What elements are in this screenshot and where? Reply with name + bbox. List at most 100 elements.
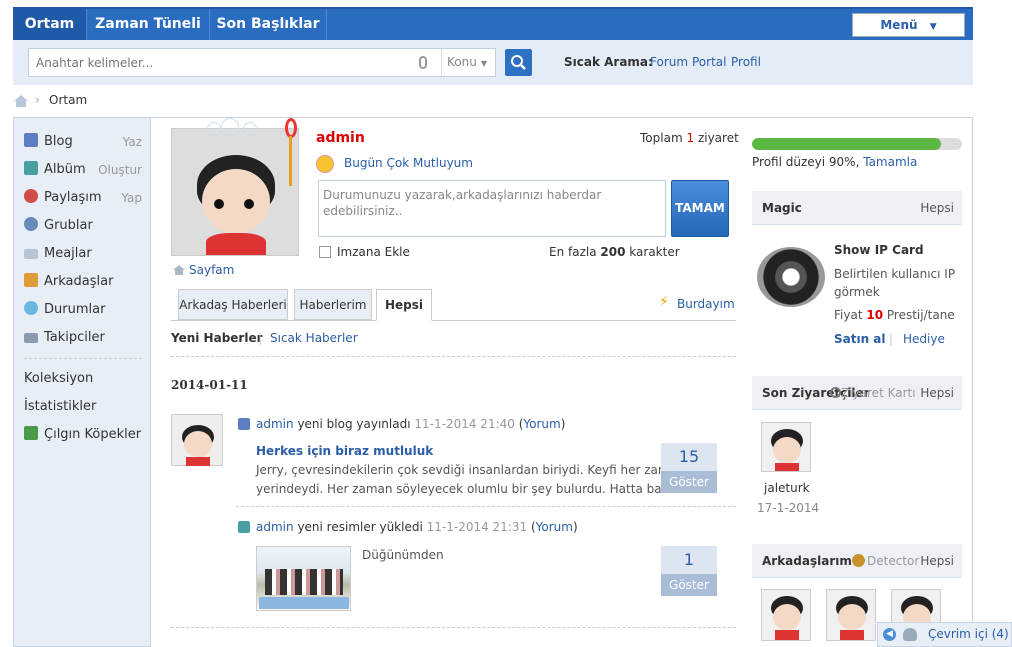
collapse-icon[interactable]: ◀ (883, 628, 896, 641)
feed-item-divider (236, 506, 736, 507)
signature-checkbox[interactable] (319, 246, 331, 258)
feed-item-comment[interactable]: Yorum (523, 417, 560, 431)
sidebar-item-label: Durumlar (44, 302, 106, 317)
album-icon (24, 161, 38, 175)
feed-date: 2014-01-11 (171, 378, 248, 392)
sidebar-item-istatistikler[interactable]: İstatistikler (24, 397, 144, 417)
left-sidebar: Blog Yaz Albüm Oluştur Paylaşım Yap Grublar… (13, 117, 151, 647)
group-icon (24, 217, 38, 231)
online-label: Çevrim içi (4) (928, 627, 1009, 641)
sidebar-item-arkadaslar[interactable]: Arkadaşlar (24, 272, 144, 292)
scope-select[interactable]: Konu ▼ (441, 49, 497, 76)
sidebar-item-label: İstatistikler (24, 399, 97, 414)
menu-button[interactable]: Menü ▼ (852, 13, 965, 37)
counter-label: Göster (661, 574, 717, 596)
menu-label: Menü (880, 18, 918, 32)
sidebar-action[interactable]: Yap (121, 188, 142, 208)
avatar-shirt (775, 463, 799, 471)
profile-username[interactable]: admin (316, 130, 365, 146)
ip-card-icon (757, 247, 825, 307)
caret-down-icon: ▼ (929, 22, 937, 32)
visit-count-number: 1 (686, 131, 695, 145)
magnifier-icon (830, 387, 841, 398)
wand-ring (285, 118, 297, 138)
gift-link[interactable]: Hediye (903, 332, 945, 346)
sidebar-action[interactable]: Oluştur (98, 160, 142, 180)
submit-status-button[interactable]: TAMAM (671, 180, 729, 237)
feed-item-counter[interactable]: 15 Göster (661, 443, 717, 493)
subtab-sicak-haberler[interactable]: Sıcak Haberler (270, 331, 358, 345)
tab-ortam[interactable]: Ortam (13, 9, 87, 40)
magic-more-link[interactable]: Hepsi (920, 191, 954, 225)
avatar-shirt (186, 457, 210, 466)
sidebar-item-paylasim[interactable]: Paylaşım Yap (24, 188, 144, 208)
sidebar-item-cilgin-kopekler[interactable]: Çılgın Köpekler (24, 425, 144, 445)
feed-item-time: 11-1-2014 21:40 (414, 417, 515, 431)
char-limit-prefix: En fazla (549, 245, 597, 259)
sidebar-item-label: Albüm (44, 162, 86, 177)
sidebar-item-blog[interactable]: Blog Yaz (24, 132, 144, 152)
feed-item-user[interactable]: admin (256, 520, 294, 534)
sidebar-item-grublar[interactable]: Grublar (24, 216, 144, 236)
avatar[interactable] (171, 414, 223, 466)
feed-item-counter[interactable]: 1 Göster (661, 546, 717, 596)
bubble-icon (221, 118, 239, 136)
card-price-value: 10 (866, 308, 884, 322)
tab-haberlerim[interactable]: Haberlerim (294, 289, 372, 320)
home-icon[interactable] (13, 94, 29, 108)
friend-avatar[interactable] (826, 589, 876, 641)
friends-more-link[interactable]: Hepsi (920, 544, 954, 578)
feed-item-user[interactable]: admin (256, 417, 294, 431)
wedding-photo-thumbnail[interactable] (256, 546, 351, 611)
photo-flowers (259, 597, 349, 609)
sidebar-item-durumlar[interactable]: Durumlar (24, 300, 144, 320)
sidebar-item-mesajlar[interactable]: Meajlar (24, 244, 144, 264)
subtab-yeni-haberler[interactable]: Yeni Haberler (171, 331, 263, 345)
feed-item-action: yeni resimler yükledi (297, 520, 423, 534)
status-textarea[interactable]: Durumunuzu yazarak,arkadaşlarınızı haber… (318, 180, 666, 237)
search-button[interactable] (505, 49, 532, 76)
sidebar-action[interactable]: Yaz (123, 132, 142, 152)
visitor-avatar[interactable] (761, 422, 811, 472)
sidebar-item-album[interactable]: Albüm Oluştur (24, 160, 144, 180)
hot-link-forum[interactable]: Forum (650, 55, 688, 69)
hot-link-portal[interactable]: Portal (692, 55, 726, 69)
mood-link[interactable]: Bugün Çok Mutluyum (344, 156, 473, 170)
online-bar[interactable]: ◀ Çevrim içi (4) (877, 622, 1012, 647)
counter-label: Göster (661, 471, 717, 493)
visitors-more-link[interactable]: Hepsi (920, 376, 954, 410)
sidebar-item-takipciler[interactable]: Takipciler (24, 328, 144, 348)
top-nav: Ortam Zaman Tüneli Son Başlıklar Menü ▼ (13, 7, 973, 40)
visitor-name[interactable]: jaleturk (764, 481, 810, 495)
sidebar-item-koleksiyon[interactable]: Koleksiyon (24, 369, 144, 389)
feed-item-title[interactable]: Herkes için biraz mutluluk (256, 444, 433, 458)
tab-son-basliklar[interactable]: Son Başlıklar (210, 9, 327, 40)
breadcrumb-current[interactable]: Ortam (49, 93, 109, 107)
char-limit-text: En fazla 200 karakter (549, 245, 680, 259)
complete-profile-link[interactable]: Tamamla (863, 155, 917, 169)
visitor-card-overlay[interactable]: Ziyaret Kartı (830, 376, 916, 410)
sidebar-item-label: Arkadaşlar (44, 274, 114, 289)
visit-count-suffix: ziyaret (697, 131, 739, 145)
friend-avatar[interactable] (761, 589, 811, 641)
chat-users-icon (903, 628, 917, 641)
hot-link-profil[interactable]: Profil (731, 55, 761, 69)
feed-item-header: admin yeni resimler yükledi 11-1-2014 21… (256, 520, 578, 534)
home-page-link[interactable]: Sayfam (189, 263, 234, 277)
tab-arkadas-haberleri[interactable]: Arkadaş Haberleri (178, 289, 288, 320)
avatar-face (184, 431, 212, 457)
sidebar-item-label: Koleksiyon (24, 371, 94, 386)
counter-value: 1 (683, 550, 695, 569)
tab-hepsi[interactable]: Hepsi (376, 289, 432, 321)
detector-link[interactable]: Detector (852, 544, 919, 578)
microphone-icon[interactable] (419, 56, 427, 69)
photo-people (265, 569, 343, 595)
feed-item-comment[interactable]: Yorum (536, 520, 573, 534)
tab-zaman-tuneli[interactable]: Zaman Tüneli (87, 9, 210, 40)
sidebar-item-label: Blog (44, 134, 73, 149)
buy-link[interactable]: Satın al (834, 332, 886, 346)
here-link[interactable]: Burdayım (677, 297, 735, 311)
progress-text: Profil düzeyi 90%, Tamamla (752, 155, 917, 169)
bubble-icon (207, 122, 221, 136)
sidebar-item-label: Grublar (44, 218, 93, 233)
